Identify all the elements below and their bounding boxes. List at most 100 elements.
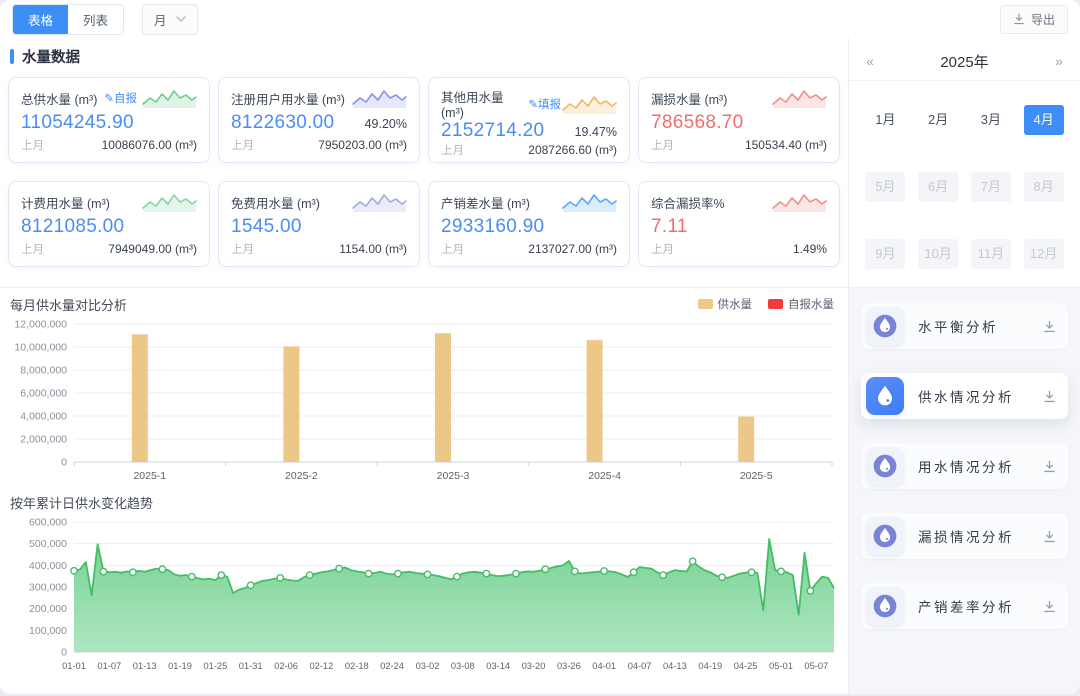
svg-text:03-20: 03-20	[522, 661, 546, 671]
analysis-item-label: 产销差率分析	[918, 596, 1014, 616]
stat-card-value-row: 11054245.90	[21, 112, 197, 134]
stat-card: 计费用水量 (m³)8121085.00上月7949049.00 (m³)	[8, 181, 210, 267]
svg-text:05-01: 05-01	[769, 661, 793, 671]
prev-month-value: 1.49%	[793, 242, 827, 256]
stat-card-footer: 上月2087266.60 (m³)	[441, 142, 617, 158]
svg-text:03-02: 03-02	[416, 661, 440, 671]
svg-text:01-13: 01-13	[133, 661, 157, 671]
sidebar: « 2025年 » 1月2月3月4月5月6月7月8月9月10月11月12月 水平…	[849, 38, 1080, 694]
stat-card-header: 免费用水量 (m³)	[231, 191, 407, 213]
sparkline-icon	[561, 93, 617, 115]
analysis-item[interactable]: 漏损情况分析	[861, 513, 1068, 559]
stat-card-title: 漏损水量 (m³)	[651, 89, 727, 108]
svg-text:01-19: 01-19	[168, 661, 192, 671]
stat-card-value-row: 2152714.2019.47%	[441, 120, 617, 142]
svg-text:03-26: 03-26	[557, 661, 581, 671]
stat-card-footer: 上月7949049.00 (m³)	[21, 241, 197, 257]
month-cell: 7月	[971, 172, 1011, 202]
svg-text:04-19: 04-19	[698, 661, 722, 671]
svg-text:01-31: 01-31	[239, 661, 263, 671]
water-drop-icon	[866, 307, 904, 345]
month-cell: 10月	[918, 239, 958, 269]
stat-card-value-row: 8122630.0049.20%	[231, 112, 407, 134]
stat-card-title: 综合漏损率%	[651, 193, 725, 212]
svg-text:400,000: 400,000	[29, 560, 67, 572]
sparkline-icon	[351, 191, 407, 213]
prev-month-value: 7950203.00 (m³)	[318, 138, 407, 152]
svg-text:0: 0	[61, 457, 67, 469]
month-cell[interactable]: 1月	[865, 105, 905, 135]
stat-card-footer: 上月1.49%	[651, 241, 827, 257]
legend-swatch	[768, 299, 783, 309]
svg-text:03-08: 03-08	[451, 661, 475, 671]
sparkline-icon	[771, 191, 827, 213]
svg-text:100,000: 100,000	[29, 625, 67, 637]
svg-text:01-07: 01-07	[97, 661, 121, 671]
svg-text:04-07: 04-07	[628, 661, 652, 671]
content: 水量数据 总供水量 (m³)✎自报11054245.90上月10086076.0…	[0, 38, 1080, 694]
stat-card: 综合漏损率% 7.11 上月1.49%	[638, 181, 840, 267]
stat-card-header: 产销差水量 (m³)	[441, 191, 617, 213]
area-chart-title: 按年累计日供水变化趋势	[10, 493, 153, 512]
water-drop-icon	[866, 447, 904, 485]
month-grid: 1月2月3月4月5月6月7月8月9月10月11月12月	[859, 81, 1070, 269]
next-year-icon[interactable]: »	[1048, 53, 1070, 69]
section-accent-bar	[10, 49, 14, 64]
sparkline-icon	[771, 87, 827, 109]
tab-table[interactable]: 表格	[13, 5, 68, 34]
svg-text:02-18: 02-18	[345, 661, 369, 671]
period-select[interactable]: 月	[142, 4, 198, 35]
stat-card-value-row: 8121085.00	[21, 216, 197, 238]
section-head: 水量数据	[0, 38, 848, 77]
stat-card-value-row: 2933160.90	[441, 216, 617, 238]
calendar-year: 2025年	[881, 51, 1048, 72]
svg-text:8,000,000: 8,000,000	[20, 365, 67, 377]
topbar: 表格 列表 月 导出	[0, 0, 1080, 38]
month-cell[interactable]: 3月	[971, 105, 1011, 135]
svg-text:0: 0	[61, 647, 67, 659]
stat-card-footer: 上月10086076.00 (m³)	[21, 137, 197, 153]
stat-card-value-row: 7.11	[651, 216, 827, 238]
main-panel: 水量数据 总供水量 (m³)✎自报11054245.90上月10086076.0…	[0, 38, 849, 694]
sparkline-icon	[561, 191, 617, 213]
sparkline-icon	[351, 87, 407, 109]
stat-card-title: 免费用水量 (m³)	[231, 193, 320, 212]
tab-list[interactable]: 列表	[68, 5, 123, 34]
svg-text:2025-1: 2025-1	[133, 470, 166, 482]
svg-text:600,000: 600,000	[29, 517, 67, 529]
prev-year-icon[interactable]: «	[859, 53, 881, 69]
download-icon[interactable]	[1043, 600, 1056, 613]
svg-text:02-12: 02-12	[310, 661, 334, 671]
legend-label: 自报水量	[788, 296, 834, 312]
export-button[interactable]: 导出	[1000, 5, 1068, 34]
svg-text:2025-5: 2025-5	[740, 470, 773, 482]
bar-chart-head: 每月供水量对比分析 供水量自报水量	[0, 288, 848, 314]
analysis-item[interactable]: 产销差率分析	[861, 583, 1068, 629]
download-icon[interactable]	[1043, 460, 1056, 473]
svg-text:03-14: 03-14	[486, 661, 510, 671]
stat-card-value-row: 1545.00	[231, 216, 407, 238]
month-cell[interactable]: 4月	[1024, 105, 1064, 135]
legend-item[interactable]: 自报水量	[768, 296, 834, 312]
view-tab-group: 表格 列表	[12, 4, 124, 35]
stat-card-value: 8122630.00	[231, 112, 334, 134]
chevron-down-icon	[176, 16, 186, 22]
download-icon[interactable]	[1043, 530, 1056, 543]
sparkline-icon	[141, 87, 197, 109]
download-icon[interactable]	[1043, 320, 1056, 333]
prev-month-label: 上月	[231, 241, 254, 257]
svg-text:01-01: 01-01	[62, 661, 86, 671]
analysis-item[interactable]: 供水情况分析	[861, 373, 1068, 419]
stat-card: 其他用水量 (m³)✎填报2152714.2019.47%上月2087266.6…	[428, 77, 630, 163]
stat-card-header: 其他用水量 (m³)✎填报	[441, 87, 617, 120]
svg-text:01-25: 01-25	[204, 661, 228, 671]
svg-text:04-13: 04-13	[663, 661, 687, 671]
month-cell[interactable]: 2月	[918, 105, 958, 135]
analysis-item[interactable]: 水平衡分析	[861, 303, 1068, 349]
analysis-item[interactable]: 用水情况分析	[861, 443, 1068, 489]
svg-text:500,000: 500,000	[29, 538, 67, 550]
download-icon[interactable]	[1043, 390, 1056, 403]
month-cell: 8月	[1024, 172, 1064, 202]
svg-text:02-24: 02-24	[380, 661, 404, 671]
legend-item[interactable]: 供水量	[698, 296, 753, 312]
